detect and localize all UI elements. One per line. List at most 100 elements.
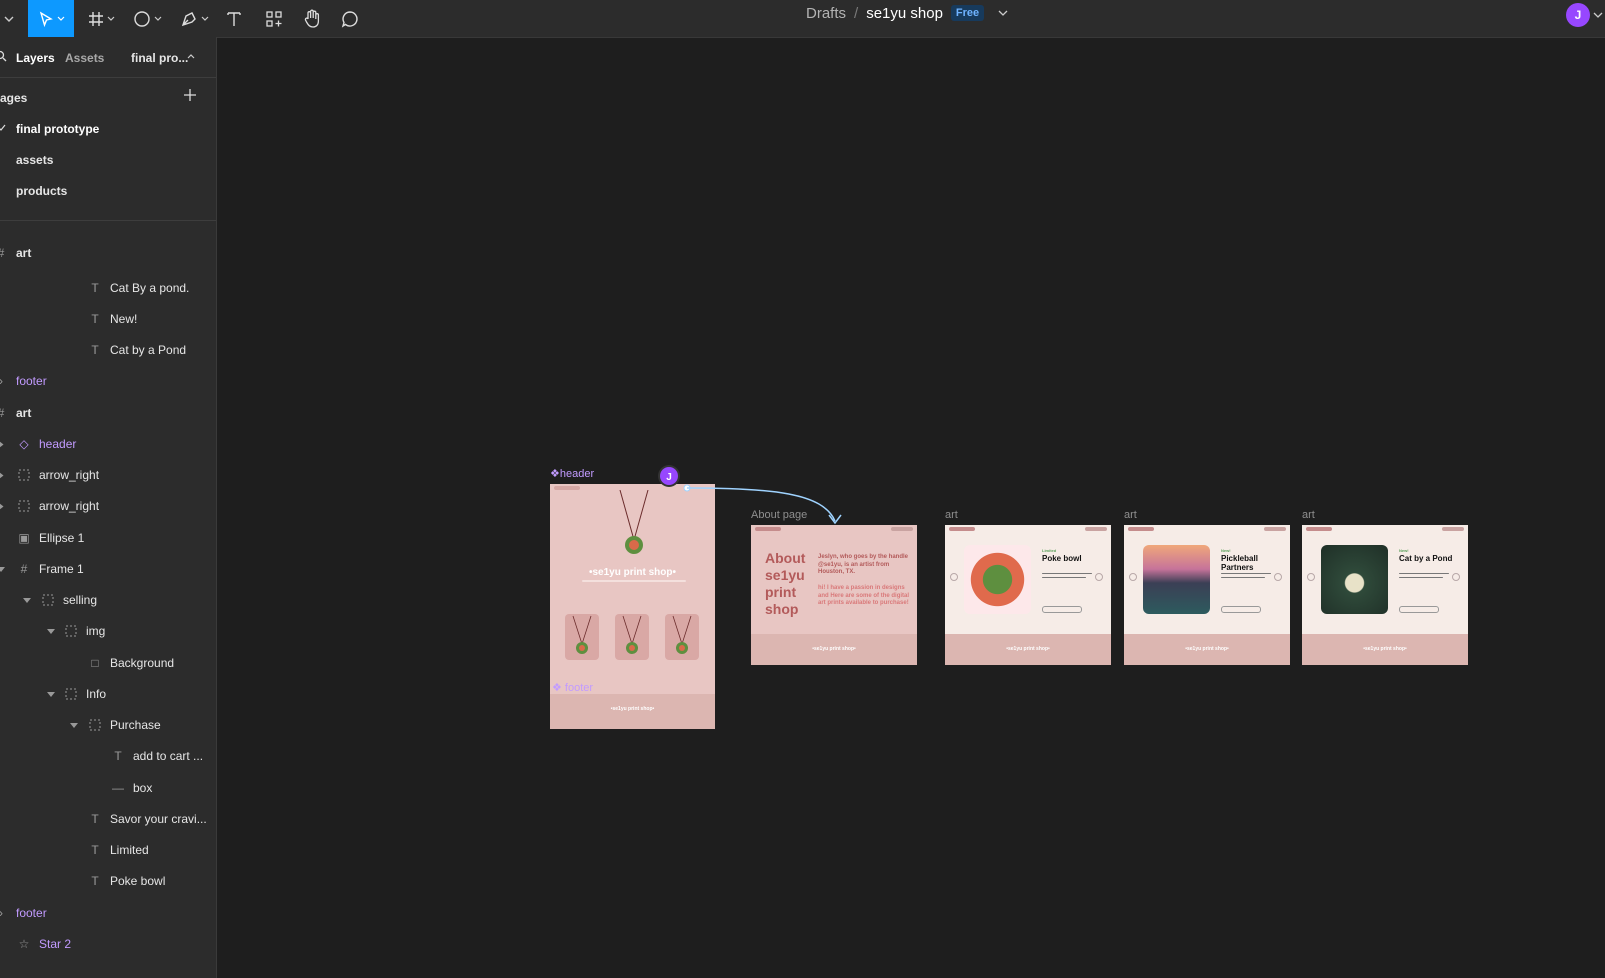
layers-panel: Layers Assets final pro... ages final pr… — [0, 37, 217, 978]
file-name[interactable]: se1yu shop — [866, 5, 943, 22]
layer-row-limited[interactable]: T Limited — [0, 834, 216, 866]
chevron-down-icon[interactable] — [998, 10, 1008, 16]
star-layer-icon: ☆ — [18, 937, 30, 951]
text-layer-icon: T — [91, 812, 99, 826]
move-tool-button[interactable] — [28, 0, 74, 37]
arrow-left-icon[interactable] — [1307, 573, 1315, 581]
layer-row-purchase[interactable]: Purchase — [0, 709, 216, 741]
layer-row-new[interactable]: T New! — [0, 303, 216, 335]
about-frame-label[interactable]: About page — [751, 509, 807, 521]
layer-row-header[interactable]: ◇ header — [0, 428, 216, 460]
components-grid-icon — [266, 10, 282, 27]
about-frame[interactable]: About se1yu print shop Jeslyn, who goes … — [751, 525, 917, 665]
layer-row-savor-your-cravi[interactable]: T Savor your cravi... — [0, 803, 216, 835]
layer-label: img — [86, 624, 106, 638]
breadcrumb-drafts-link[interactable]: Drafts — [806, 5, 846, 22]
arrow-right-icon[interactable] — [1095, 573, 1103, 581]
product-frame-poke-bowl[interactable]: Limited Poke bowl •se1yu print shop• — [945, 525, 1111, 665]
product-tag: Limited — [1042, 548, 1057, 553]
product-nav — [1302, 525, 1468, 533]
group-layer-icon — [17, 468, 31, 482]
layer-row-add-to-cart[interactable]: Tadd to cart ... — [0, 740, 216, 772]
arrow-left-icon[interactable] — [950, 573, 958, 581]
page-item-final-prototype[interactable]: final prototype — [16, 122, 99, 136]
layer-row-info[interactable]: Info — [0, 678, 216, 710]
layer-row-star-2[interactable]: ☆ Star 2 — [0, 928, 216, 960]
product-nav — [945, 525, 1111, 533]
frame-hash-icon: # — [0, 246, 8, 260]
search-icon[interactable] — [0, 50, 8, 62]
layer-row-frame-1[interactable]: # Frame 1 — [0, 553, 216, 585]
layer-row-img[interactable]: img — [0, 615, 216, 647]
resources-tool-button[interactable] — [262, 0, 286, 37]
product-tag: New! — [1399, 548, 1409, 553]
group-layer-icon — [64, 687, 78, 701]
layer-row-cat-by-a-pond[interactable]: T Cat by a Pond — [0, 334, 216, 366]
text-layer-icon: T — [91, 281, 99, 295]
expand-caret-icon[interactable] — [47, 692, 55, 697]
add-to-cart-button[interactable] — [1399, 606, 1439, 613]
product-description-line — [1221, 577, 1265, 578]
arrow-right-icon[interactable] — [1452, 573, 1460, 581]
frame-tool-button[interactable] — [84, 0, 118, 37]
arrow-left-icon[interactable] — [1129, 573, 1137, 581]
text-tool-button[interactable] — [222, 0, 246, 37]
expand-caret-icon[interactable] — [0, 471, 4, 480]
layer-row-cat-by-a-pond[interactable]: T Cat By a pond. — [0, 272, 216, 304]
tab-layers[interactable]: Layers — [16, 51, 55, 65]
chevron-down-icon[interactable] — [1593, 12, 1603, 18]
layer-row-arrow-right[interactable]: arrow_right — [0, 459, 216, 491]
design-canvas[interactable]: ❖header •se1yu print shop• ❖ footer •se1… — [217, 38, 1605, 978]
expand-caret-icon[interactable] — [0, 440, 4, 449]
user-avatar[interactable]: J — [1566, 3, 1590, 27]
breadcrumb: Drafts / se1yu shop Free — [806, 0, 1008, 28]
layer-row-footer[interactable]: › footer — [0, 365, 216, 397]
shape-tool-button[interactable] — [130, 0, 164, 37]
tab-assets[interactable]: Assets — [65, 51, 104, 65]
chevron-down-icon — [57, 16, 64, 21]
add-to-cart-button[interactable] — [1042, 606, 1082, 613]
home-footer-label[interactable]: ❖ footer — [552, 681, 593, 694]
layer-row-background[interactable]: □ Background — [0, 647, 216, 679]
main-menu-button[interactable] — [0, 0, 20, 37]
layer-label: selling — [63, 593, 98, 607]
expand-caret-icon[interactable] — [70, 723, 78, 728]
product-frame-cat-by-a-pond[interactable]: New! Cat by a Pond •se1yu print shop• — [1302, 525, 1468, 665]
group-layer-icon — [64, 624, 78, 638]
add-page-icon[interactable] — [182, 87, 198, 103]
layer-row-footer[interactable]: › footer — [0, 897, 216, 929]
layer-row-art[interactable]: # art — [0, 397, 216, 429]
layer-row-ellipse-1[interactable]: ▣ Ellipse 1 — [0, 522, 216, 554]
art-frame-label[interactable]: art — [1124, 509, 1137, 521]
layer-row-poke-bowl[interactable]: T Poke bowl — [0, 865, 216, 897]
about-heading: About se1yu print shop — [765, 550, 806, 617]
prototype-connection[interactable]: J — [653, 463, 853, 533]
hand-tool-button[interactable] — [300, 0, 324, 37]
product-footer: •se1yu print shop• — [1124, 634, 1290, 665]
layer-label: Info — [86, 687, 107, 701]
layer-label: footer — [16, 374, 47, 388]
expand-caret-icon[interactable] — [0, 502, 4, 511]
art-frame-label[interactable]: art — [1302, 509, 1315, 521]
comment-tool-button[interactable] — [338, 0, 362, 37]
divider — [0, 77, 216, 78]
page-item-assets[interactable]: assets — [16, 153, 53, 167]
layer-row-selling[interactable]: selling — [0, 584, 216, 616]
home-header-label[interactable]: ❖header — [550, 467, 594, 480]
arrow-right-icon[interactable] — [1274, 573, 1282, 581]
expand-caret-icon[interactable] — [47, 629, 55, 634]
layer-row-box[interactable]: — box — [0, 772, 216, 804]
chevron-up-icon[interactable] — [187, 53, 195, 59]
page-item-products[interactable]: products — [16, 184, 67, 198]
expand-caret-icon[interactable] — [0, 567, 5, 572]
layer-row-arrow-right[interactable]: arrow_right — [0, 490, 216, 522]
layer-row-art[interactable]: # art — [0, 237, 216, 269]
product-pendants — [572, 615, 692, 654]
current-page-selector[interactable]: final pro... — [131, 51, 188, 65]
expand-caret-icon[interactable] — [23, 598, 31, 603]
layer-label: Ellipse 1 — [39, 531, 85, 545]
art-frame-label[interactable]: art — [945, 509, 958, 521]
add-to-cart-button[interactable] — [1221, 606, 1261, 613]
pen-tool-button[interactable] — [176, 0, 212, 37]
product-frame-pickleball-partners[interactable]: New! Pickleball Partners •se1yu print shop… — [1124, 525, 1290, 665]
